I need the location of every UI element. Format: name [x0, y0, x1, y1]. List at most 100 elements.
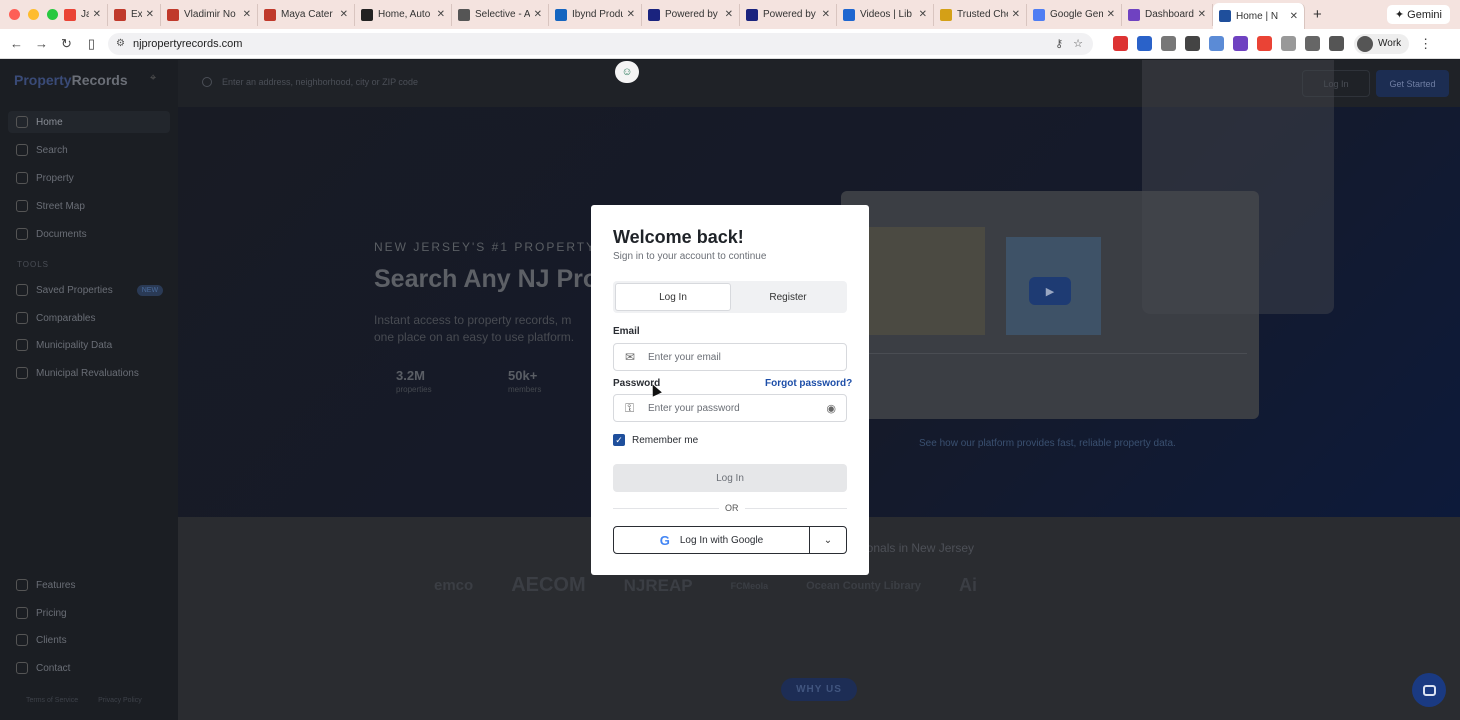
- extensions-puzzle-icon[interactable]: [1305, 36, 1320, 51]
- remember-me-checkbox[interactable]: ✓: [613, 434, 625, 446]
- browser-tab[interactable]: Home, Auto ✕: [355, 3, 452, 26]
- site-info-icon[interactable]: ⚙: [116, 38, 125, 49]
- robot-icon[interactable]: ☺: [615, 61, 639, 83]
- sidebar-item-property[interactable]: Property: [8, 167, 170, 189]
- close-tab-icon[interactable]: ✕: [437, 9, 445, 20]
- browser-tab[interactable]: Videos | Lib ✕: [837, 3, 934, 26]
- extension-window-icon[interactable]: [1209, 36, 1224, 51]
- chart-icon: [16, 312, 28, 324]
- bookmark-star-icon[interactable]: ☆: [1073, 37, 1083, 50]
- browser-tab[interactable]: Google Gem ✕: [1027, 3, 1122, 26]
- browser-tab[interactable]: Powered by ✕: [740, 3, 837, 26]
- sidebar-item-home[interactable]: Home: [8, 111, 170, 133]
- sidebar-item-saved-properties[interactable]: Saved Properties NEW: [8, 279, 170, 301]
- close-tab-icon[interactable]: ✕: [1198, 9, 1206, 20]
- sidebar-item-contact[interactable]: Contact: [8, 657, 170, 679]
- side-panel-icon[interactable]: [1329, 36, 1344, 51]
- browser-tab[interactable]: Maya Cater ✕: [258, 3, 355, 26]
- site-search-field[interactable]: Enter an address, neighborhood, city or …: [202, 77, 418, 87]
- url-field[interactable]: ⚙ njpropertyrecords.com ⚷ ☆: [108, 32, 1093, 55]
- preview-caption: See how our platform provides fast, reli…: [919, 438, 1176, 449]
- sidebar-toggle-icon[interactable]: ▯: [79, 36, 104, 52]
- pin-icon[interactable]: ⌖: [150, 72, 156, 85]
- forgot-password-link[interactable]: Forgot password?: [765, 378, 852, 389]
- browser-tab[interactable]: Home | N ✕: [1213, 3, 1305, 29]
- profile-label: Work: [1378, 38, 1402, 49]
- get-started-label: Get Started: [1389, 78, 1436, 89]
- close-tab-icon[interactable]: ✕: [1290, 11, 1298, 22]
- close-tab-icon[interactable]: ✕: [146, 9, 154, 20]
- browser-tab[interactable]: Powered by ✕: [642, 3, 740, 26]
- google-login-button[interactable]: G Log In with Google ⌄: [613, 526, 847, 554]
- show-password-icon[interactable]: ◉: [826, 402, 836, 415]
- sidebar-item-comparables[interactable]: Comparables: [8, 307, 170, 329]
- close-window-button[interactable]: [9, 9, 20, 20]
- browser-tab[interactable]: Jake ✕: [58, 3, 108, 26]
- close-tab-icon[interactable]: ✕: [1107, 9, 1115, 20]
- browser-tab[interactable]: Extre ✕: [108, 3, 161, 26]
- close-tab-icon[interactable]: ✕: [534, 9, 542, 20]
- email-field[interactable]: [648, 351, 808, 363]
- app-logo[interactable]: PropertyRecords: [14, 72, 128, 88]
- forward-icon[interactable]: →: [29, 36, 54, 51]
- modal-title: Welcome back!: [613, 227, 744, 247]
- close-tab-icon[interactable]: ✕: [919, 9, 927, 20]
- close-tab-icon[interactable]: ✕: [1012, 9, 1020, 20]
- dollar-icon: [16, 607, 28, 619]
- minimize-window-button[interactable]: [28, 9, 39, 20]
- close-tab-icon[interactable]: ✕: [627, 9, 635, 20]
- sidebar-item-municipal-revaluations[interactable]: Municipal Revaluations: [8, 362, 170, 384]
- gemini-button[interactable]: ✦ Gemini: [1386, 5, 1450, 24]
- play-video-button[interactable]: ▶: [1029, 277, 1071, 305]
- close-tab-icon[interactable]: ✕: [725, 9, 733, 20]
- login-button[interactable]: Log In: [613, 464, 847, 492]
- reload-icon[interactable]: ↻: [54, 36, 79, 52]
- close-tab-icon[interactable]: ✕: [340, 9, 348, 20]
- browser-tab-bar: Jake✕Extre✕Vladimir No✕Maya Cater✕Home, …: [0, 0, 1460, 29]
- extension-grid-icon[interactable]: [1185, 36, 1200, 51]
- sidebar-item-label: Search: [36, 144, 68, 156]
- extension-blue-icon[interactable]: [1137, 36, 1152, 51]
- browser-tab[interactable]: Ibynd Produ ✕: [549, 3, 642, 26]
- dark-logo-icon: [361, 8, 373, 21]
- get-started-button[interactable]: Get Started: [1376, 70, 1449, 97]
- red-logo-icon: [114, 8, 126, 21]
- extension-g-icon[interactable]: [1257, 36, 1272, 51]
- sidebar-item-search[interactable]: Search: [8, 139, 170, 161]
- sidebar-item-clients[interactable]: Clients: [8, 629, 170, 651]
- new-tab-button[interactable]: +: [1305, 6, 1330, 23]
- preview-table: [867, 353, 1247, 408]
- google-login-main[interactable]: G Log In with Google: [614, 527, 810, 553]
- close-tab-icon[interactable]: ✕: [822, 9, 830, 20]
- browser-tab[interactable]: Dashboard ✕: [1122, 3, 1213, 26]
- close-tab-icon[interactable]: ✕: [93, 9, 101, 20]
- extension-red-icon[interactable]: [1113, 36, 1128, 51]
- privacy-link[interactable]: Privacy Policy: [98, 697, 142, 704]
- browser-tab[interactable]: Vladimir No ✕: [161, 3, 258, 26]
- chevron-down-icon[interactable]: ⌄: [810, 535, 846, 546]
- sidebar-item-street-map[interactable]: Street Map: [8, 195, 170, 217]
- chat-launcher-button[interactable]: [1412, 673, 1446, 707]
- sidebar-item-documents[interactable]: Documents: [8, 223, 170, 245]
- logo-fcmeola: FCMeola: [730, 580, 769, 591]
- back-icon[interactable]: ←: [4, 36, 29, 51]
- sidebar-item-pricing[interactable]: Pricing: [8, 602, 170, 624]
- extension-wave-icon[interactable]: [1161, 36, 1176, 51]
- close-tab-icon[interactable]: ✕: [243, 9, 251, 20]
- sidebar-item-features[interactable]: Features: [8, 574, 170, 596]
- remember-me[interactable]: ✓ Remember me: [613, 434, 698, 446]
- password-key-icon[interactable]: ⚷: [1055, 37, 1063, 50]
- browser-menu-icon[interactable]: ⋮: [1419, 36, 1432, 52]
- browser-tab[interactable]: Selective - A ✕: [452, 3, 549, 26]
- tab-login[interactable]: Log In: [615, 283, 731, 311]
- profile-button[interactable]: Work: [1354, 33, 1410, 54]
- browser-tab[interactable]: Trusted Che ✕: [934, 3, 1027, 26]
- sidebar-item-municipality-data[interactable]: Municipality Data: [8, 334, 170, 356]
- tab-register[interactable]: Register: [731, 283, 845, 311]
- maximize-window-button[interactable]: [47, 9, 58, 20]
- extension-screen-icon[interactable]: [1281, 36, 1296, 51]
- extension-purple-icon[interactable]: [1233, 36, 1248, 51]
- terms-link[interactable]: Terms of Service: [26, 697, 78, 704]
- password-field[interactable]: [648, 402, 808, 414]
- property-icon: [16, 172, 28, 184]
